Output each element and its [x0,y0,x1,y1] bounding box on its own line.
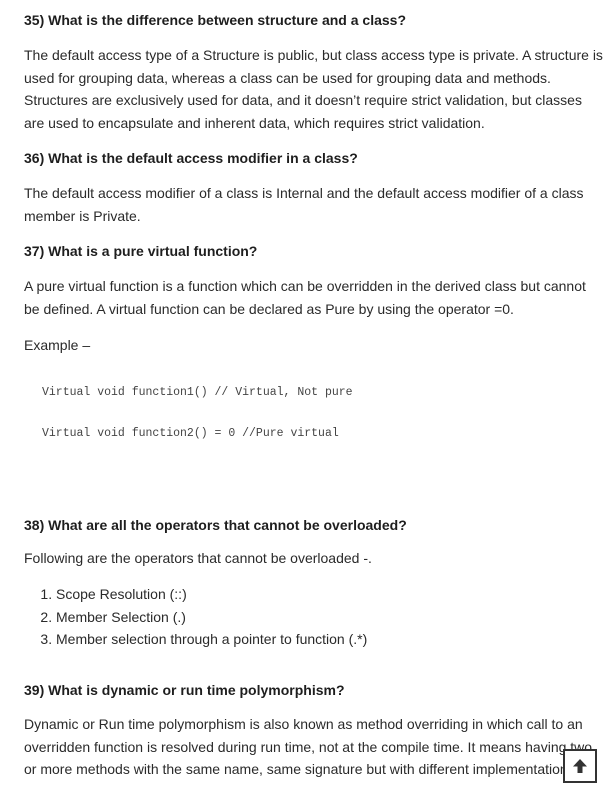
operator-list: Scope Resolution (::) Member Selection (… [24,583,367,651]
example-label: Example – [24,337,91,353]
code-block: Virtual void function2() = 0 //Pure virt… [24,427,339,440]
question-39-heading: 39) What is dynamic or run time polymorp… [24,682,345,698]
question-38-intro: Following are the operators that cannot … [24,550,372,566]
list-item: Scope Resolution (::) [56,583,367,606]
code-block: Virtual void function1() // Virtual, Not… [24,386,353,399]
question-35-heading: 35) What is the difference between struc… [24,12,406,28]
code-line: Virtual void function2() = 0 //Pure virt… [42,427,339,440]
question-35-answer: The default access type of a Structure i… [24,47,603,131]
code-line: Virtual void function1() // Virtual, Not… [42,386,353,399]
arrow-up-icon [573,759,587,773]
question-38-heading: 38) What are all the operators that cann… [24,517,407,533]
list-item: Member selection through a pointer to fu… [56,628,367,651]
question-39-answer: Dynamic or Run time polymorphism is also… [24,716,593,777]
question-36-answer: The default access modifier of a class i… [24,185,584,224]
scroll-to-top-button[interactable] [563,749,597,783]
question-37-answer: A pure virtual function is a function wh… [24,278,586,317]
question-36-heading: 36) What is the default access modifier … [24,150,358,166]
question-37-heading: 37) What is a pure virtual function? [24,243,258,259]
list-item: Member Selection (.) [56,606,367,629]
